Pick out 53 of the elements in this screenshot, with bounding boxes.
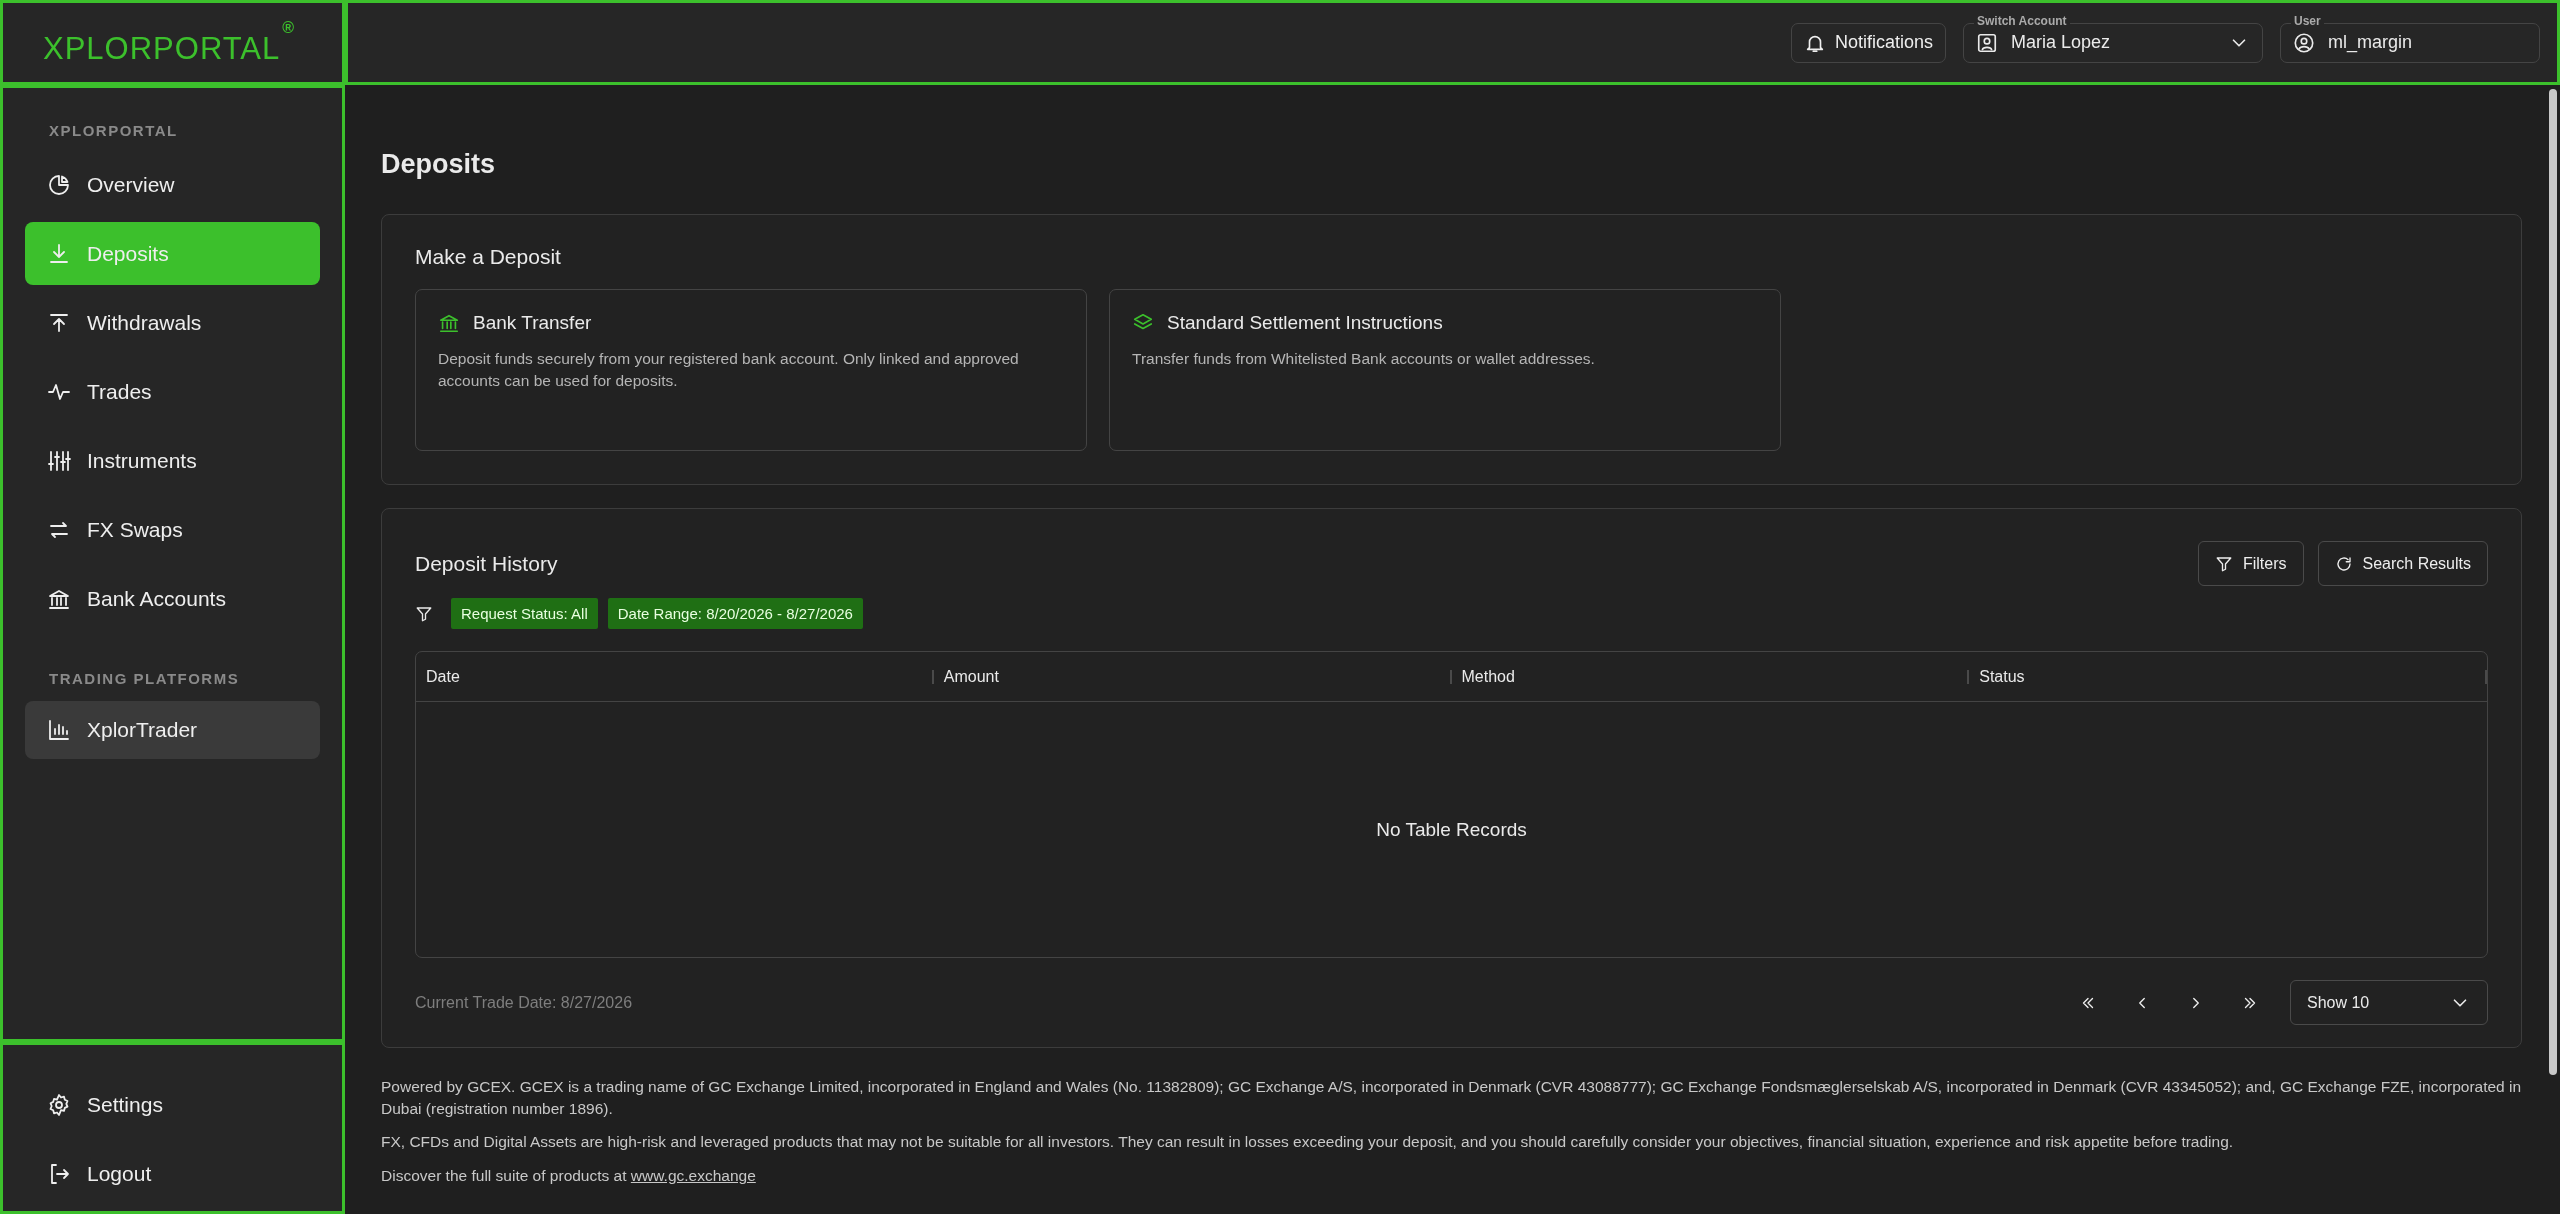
column-header[interactable]: Method xyxy=(1451,669,1970,684)
nav-item[interactable]: Trades xyxy=(25,360,320,423)
legal-text: FX, CFDs and Digital Assets are high-risk and leveraged products that may not be suitable for all investors. They can result in losses exceeding your deposit, and you should carefully consider your objectives, financial situation, experience and risk appetite before trading. xyxy=(381,1132,2235,1153)
nav-item[interactable]: Logout xyxy=(25,1142,320,1205)
card-title: Standard Settlement Instructions xyxy=(1167,312,1443,334)
filter-icon xyxy=(2214,554,2233,573)
filter-chip[interactable]: Request Status: All xyxy=(451,598,598,629)
panel-title: Make a Deposit xyxy=(415,245,562,269)
refresh-icon xyxy=(2334,554,2353,573)
bank-icon xyxy=(438,312,460,334)
filters-button[interactable]: Filters xyxy=(2197,541,2304,586)
sliders-icon xyxy=(47,448,71,473)
nav-item[interactable]: Withdrawals xyxy=(25,291,320,354)
card-description: Deposit funds securely from your registered bank account. Only linked and approved accounts can be used for deposits. xyxy=(438,349,1020,391)
nav-item[interactable]: Overview xyxy=(25,153,320,216)
account-name: Maria Lopez xyxy=(2011,32,2111,53)
search-button[interactable]: Search Results xyxy=(2317,541,2488,586)
column-header[interactable]: Date xyxy=(416,669,934,684)
page-title: Deposits xyxy=(381,149,497,180)
username: ml_margin xyxy=(2328,32,2413,53)
empty-message: No Table Records xyxy=(1376,818,1527,841)
bar-chart-icon xyxy=(47,718,71,742)
filter-chip[interactable]: Date Range: 8/20/2026 - 8/27/2026 xyxy=(607,598,863,629)
discover-text: Discover the full suite of products at www.gc.exchange xyxy=(381,1166,757,1187)
registered-mark: ® xyxy=(282,18,295,37)
logo-wordmark: XPLORPORTAL xyxy=(43,30,281,67)
deposit-method-card[interactable]: Bank Transfer Deposit funds securely from your registered bank account. Only linked and approved accounts can be used for deposits. xyxy=(415,289,1087,451)
field-label: Switch Account xyxy=(1974,13,2070,28)
section-heading: XPLORPORTAL xyxy=(48,122,179,141)
panel-title: Deposit History xyxy=(415,551,558,576)
legal-text: Powered by GCEX. GCEX is a trading name of GC Exchange Limited, incorporated in England and Wales (No. 11382809); GC Exchange A/S, incorporated in Denmark (CVR 43088777); GC Exchange Fondsmæglerselskab A/S, incorporated in Denmark (CVR 43345052); and, GC Exchange FZE, incorporated in Dubai (registration number 1896). xyxy=(381,1077,2522,1119)
trade-date: Current Trade Date: 8/27/2026 xyxy=(415,993,633,1012)
card-description: Transfer funds from Whitelisted Bank accounts or wallet addresses. xyxy=(1132,349,1596,369)
notifications-button[interactable]: Notifications xyxy=(1790,22,1946,63)
website-link[interactable]: www.gc.exchange xyxy=(630,1167,756,1185)
column-header[interactable]: Status xyxy=(1969,669,2487,684)
user-icon xyxy=(2293,31,2315,54)
download-icon xyxy=(47,241,71,266)
column-header[interactable]: Amount xyxy=(933,669,1452,684)
page-size-select[interactable]: Show 10 xyxy=(2290,980,2488,1025)
section-heading: TRADING PLATFORMS xyxy=(48,670,241,689)
card-title: Bank Transfer xyxy=(473,312,592,334)
contact-icon xyxy=(1976,31,1998,54)
filter-icon xyxy=(415,604,433,623)
nav-item[interactable]: FX Swaps xyxy=(25,498,320,561)
nav-item[interactable]: Settings xyxy=(25,1073,320,1136)
nav-item[interactable]: Bank Accounts xyxy=(25,567,320,630)
pie-chart-icon xyxy=(47,172,71,197)
settings-icon xyxy=(47,1092,71,1117)
field-label: User xyxy=(2291,13,2324,28)
nav-item[interactable]: XplorTrader xyxy=(25,701,320,759)
nav-item[interactable]: Instruments xyxy=(25,429,320,492)
deposit-method-card[interactable]: Standard Settlement Instructions Transfer funds from Whitelisted Bank accounts or wallet addresses. xyxy=(1109,289,1781,451)
